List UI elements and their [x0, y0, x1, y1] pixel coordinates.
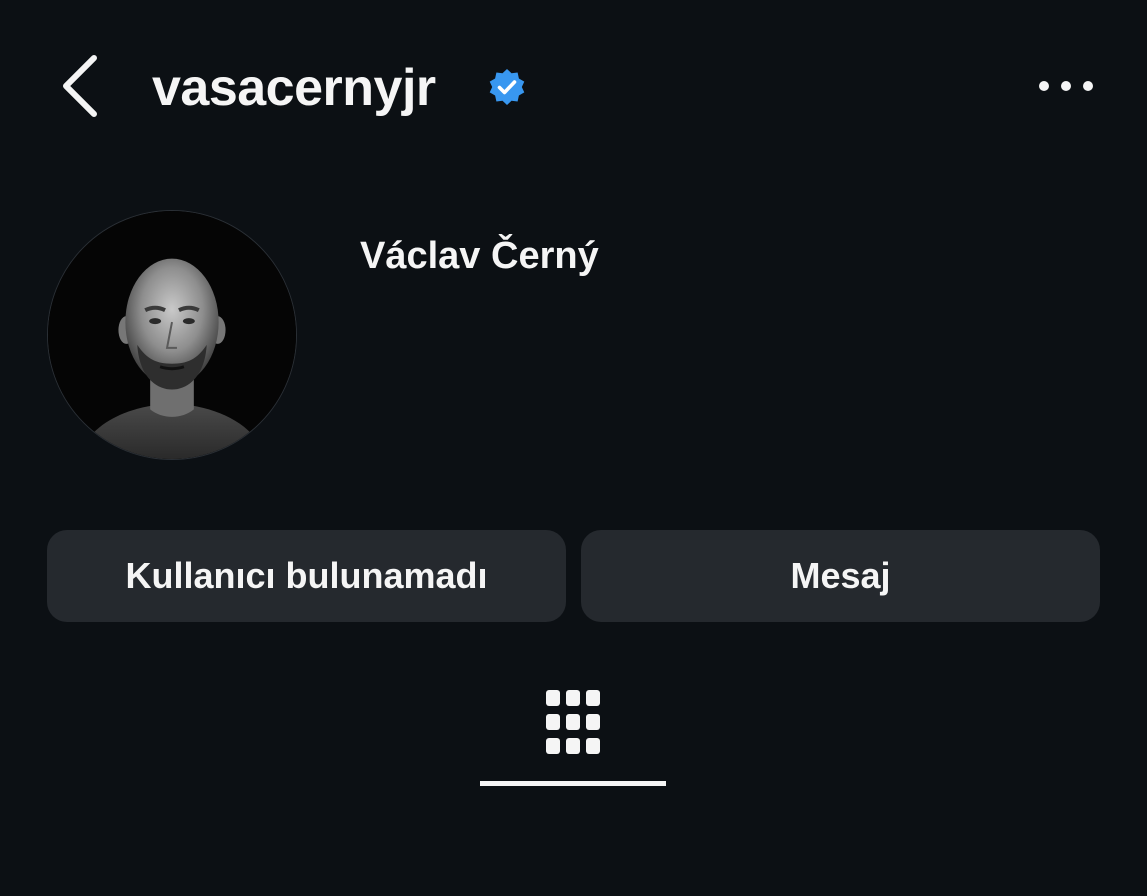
avatar[interactable] [47, 210, 297, 460]
profile-header: vasacernyjr [0, 0, 1147, 180]
back-button[interactable] [52, 50, 112, 122]
profile-photo [48, 211, 296, 459]
user-not-found-label: Kullanıcı bulunamadı [125, 555, 488, 596]
chevron-left-icon [63, 55, 97, 117]
message-label: Mesaj [790, 555, 891, 596]
more-horizontal-icon [1039, 81, 1093, 91]
message-button[interactable]: Mesaj [581, 530, 1100, 622]
display-name: Václav Černý [360, 235, 599, 277]
more-options-button[interactable] [1034, 64, 1098, 108]
verified-badge-icon [488, 68, 526, 106]
active-tab-indicator [480, 781, 666, 786]
username-title: vasacernyjr [152, 59, 436, 117]
grid-icon [546, 690, 600, 754]
tab-posts-grid[interactable] [480, 672, 666, 786]
user-not-found-button[interactable]: Kullanıcı bulunamadı [47, 530, 566, 622]
